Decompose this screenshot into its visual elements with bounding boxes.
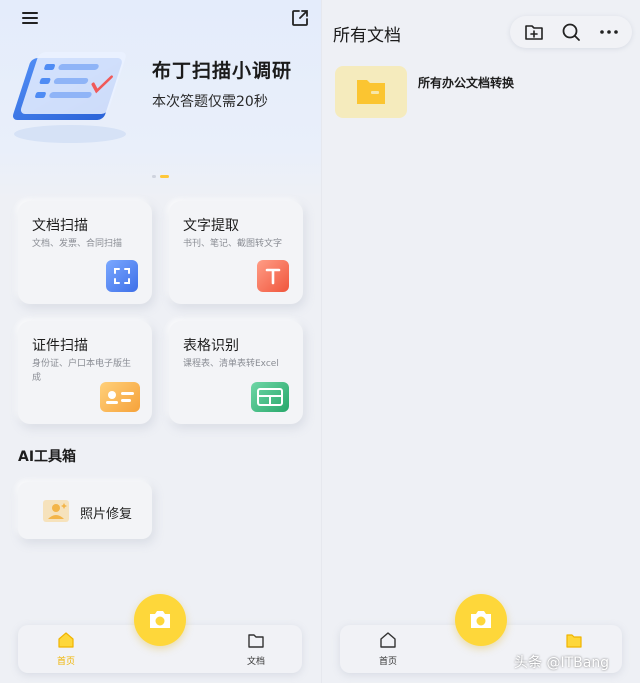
folder-icon <box>566 634 582 648</box>
card-subtitle: 书刊、笔记、截图转文字 <box>183 239 283 249</box>
card-subtitle: 课程表、清单表转Excel <box>183 359 279 369</box>
nav-home-label: 首页 <box>378 657 397 667</box>
survey-illustration <box>12 52 126 143</box>
nav-docs-label: 文档 <box>246 657 265 667</box>
toolbar <box>510 16 632 48</box>
folder-icon <box>357 80 385 104</box>
folder-icon <box>248 634 264 648</box>
card-title: 文档扫描 <box>32 218 88 234</box>
camera-button[interactable] <box>134 594 186 646</box>
share-icon[interactable] <box>290 8 310 28</box>
banner-subtitle: 本次答题仅需20秒 <box>152 94 268 110</box>
card-title: 证件扫描 <box>32 338 88 354</box>
table-icon <box>251 382 289 412</box>
ai-toolbox-title: AI工具箱 <box>18 449 77 465</box>
folder-thumbnail <box>335 66 407 118</box>
id-card-icon <box>100 382 140 412</box>
card-title: 表格识别 <box>183 338 239 354</box>
scan-icon <box>106 260 138 292</box>
doc-scan-card[interactable]: 文档扫描 文档、发票、合同扫描 <box>18 201 152 304</box>
nav-docs[interactable]: 文档 <box>236 631 276 667</box>
card-subtitle: 文档、发票、合同扫描 <box>32 239 123 249</box>
camera-icon <box>150 611 170 628</box>
page-title: 所有文档 <box>333 26 401 46</box>
home-icon <box>380 632 396 648</box>
photo-repair-label: 照片修复 <box>80 507 133 522</box>
menu-icon[interactable] <box>22 9 38 27</box>
text-t-icon <box>257 260 289 292</box>
nav-home[interactable]: 首页 <box>368 631 408 667</box>
card-subtitle: 身份证、户口本电子版生成 <box>32 359 132 383</box>
text-extract-card[interactable]: 文字提取 书刊、笔记、截图转文字 <box>169 201 303 304</box>
id-scan-card[interactable]: 证件扫描 身份证、户口本电子版生成 <box>18 321 152 424</box>
carousel-dot[interactable] <box>152 175 156 178</box>
camera-button[interactable] <box>455 594 507 646</box>
camera-icon <box>471 611 491 628</box>
new-folder-icon[interactable] <box>524 22 544 42</box>
nav-docs-active[interactable] <box>554 631 594 652</box>
card-title: 文字提取 <box>183 218 239 234</box>
documents-screen: 所有文档 所有办公文档转换 首页 <box>321 0 640 683</box>
nav-home[interactable]: 首页 <box>46 631 86 667</box>
home-screen: 布丁扫描小调研 本次答题仅需20秒 文档扫描 文档、发票、合同扫描 文字提取 书… <box>0 0 321 683</box>
home-icon <box>58 632 74 648</box>
photo-repair-icon <box>43 500 69 522</box>
table-recognize-card[interactable]: 表格识别 课程表、清单表转Excel <box>169 321 303 424</box>
banner-title[interactable]: 布丁扫描小调研 <box>152 56 292 83</box>
search-icon[interactable] <box>561 22 581 42</box>
carousel-dot-active[interactable] <box>160 175 169 178</box>
folder-name[interactable]: 所有办公文档转换 <box>418 74 514 91</box>
nav-home-label: 首页 <box>56 657 75 667</box>
folder-item[interactable] <box>335 66 407 118</box>
photo-repair-button[interactable]: 照片修复 <box>18 482 152 539</box>
watermark: 头条 @ITBang <box>514 655 610 671</box>
more-icon[interactable] <box>598 22 620 42</box>
